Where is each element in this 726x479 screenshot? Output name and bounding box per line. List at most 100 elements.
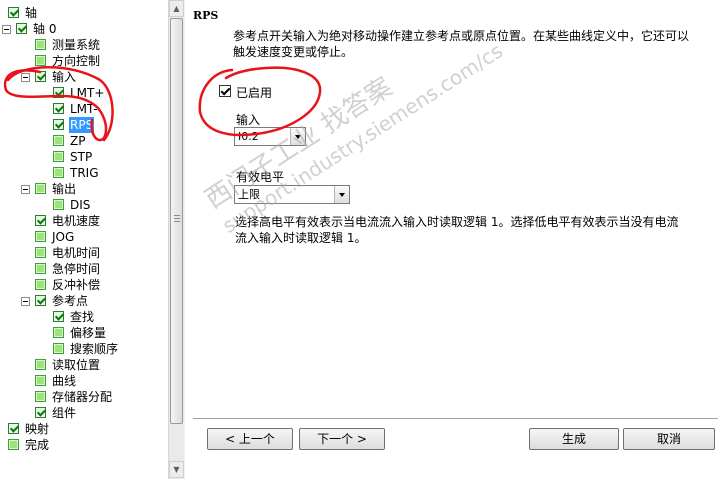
tree-item-label[interactable]: 轴 0 [32, 21, 57, 37]
pending-status-icon [35, 247, 46, 258]
checked-status-icon [53, 103, 64, 114]
tree-item-label[interactable]: ZP [69, 133, 86, 149]
tree-item-label[interactable]: 完成 [24, 437, 50, 453]
next-button[interactable]: 下一个 > [299, 428, 385, 450]
tree-item-label[interactable]: 组件 [51, 405, 77, 421]
pending-status-icon [35, 391, 46, 402]
tree-item[interactable]: DIS [0, 197, 168, 213]
page-title: RPS [193, 9, 219, 22]
tree-item[interactable]: RPS [0, 117, 168, 133]
tree-item-label[interactable]: 参考点 [51, 293, 89, 309]
checked-status-icon [53, 87, 64, 98]
tree-item[interactable]: 轴 0 [0, 21, 168, 37]
tree-item[interactable]: 测量系统 [0, 37, 168, 53]
tree-item[interactable]: 曲线 [0, 373, 168, 389]
scroll-up-arrow-icon[interactable]: ▲ [169, 0, 184, 17]
pending-status-icon [8, 439, 19, 450]
tree-item[interactable]: 完成 [0, 437, 168, 453]
checked-status-icon [35, 295, 46, 306]
tree-item-label[interactable]: 偏移量 [69, 325, 107, 341]
pending-status-icon [53, 199, 64, 210]
tree-item[interactable]: 查找 [0, 309, 168, 325]
tree-item[interactable]: 存储器分配 [0, 389, 168, 405]
tree-item-label[interactable]: 输出 [51, 181, 77, 197]
enable-label[interactable]: 已启用 [236, 84, 272, 101]
tree-item-label[interactable]: 测量系统 [51, 37, 101, 53]
cancel-button[interactable]: 取消 [623, 428, 715, 450]
tree-item-label[interactable]: 存储器分配 [51, 389, 113, 405]
tree-item-label[interactable]: RPS [69, 117, 95, 133]
tree-item[interactable]: LMT+ [0, 85, 168, 101]
tree-item-label[interactable]: 搜索顺序 [69, 341, 119, 357]
checked-status-icon [16, 23, 27, 34]
tree-item-label[interactable]: 反冲补偿 [51, 277, 101, 293]
tree-item-label[interactable]: STP [69, 149, 93, 165]
tree-item[interactable]: 组件 [0, 405, 168, 421]
tree-item-label[interactable]: DIS [69, 197, 91, 213]
tree-scrollbar[interactable]: ▲ ▼ [168, 0, 184, 479]
tree-item[interactable]: 输出 [0, 181, 168, 197]
pending-status-icon [35, 231, 46, 242]
active-level-label: 有效电平 [236, 170, 285, 184]
tree-item[interactable]: 参考点 [0, 293, 168, 309]
tree-item[interactable]: 急停时间 [0, 261, 168, 277]
pending-status-icon [35, 263, 46, 274]
tree-item[interactable]: 搜索顺序 [0, 341, 168, 357]
tree-item-label[interactable]: JOG [51, 229, 75, 245]
checked-status-icon [8, 7, 19, 18]
tree-item-label[interactable]: 电机时间 [51, 245, 101, 261]
checked-status-icon [35, 71, 46, 82]
dropdown-arrow-icon[interactable] [334, 186, 349, 203]
tree-item[interactable]: ZP [0, 133, 168, 149]
scroll-thumb[interactable] [170, 18, 183, 424]
tree-item-label[interactable]: TRIG [69, 165, 100, 181]
tree-item[interactable]: 读取位置 [0, 357, 168, 373]
tree-item[interactable]: JOG [0, 229, 168, 245]
collapse-icon[interactable] [21, 185, 30, 194]
tree-item[interactable]: 方向控制 [0, 53, 168, 69]
tree-item-label[interactable]: 急停时间 [51, 261, 101, 277]
tree-item[interactable]: 电机速度 [0, 213, 168, 229]
navigation-tree: 轴轴 0 测量系统 方向控制 输入 LMT+ LMT- RPS ZP STP TRIG 输出 DIS 电… [0, 0, 168, 479]
pending-status-icon [53, 327, 64, 338]
tree-item[interactable]: 映射 [0, 421, 168, 437]
generate-button[interactable]: 生成 [529, 428, 619, 450]
tree-item[interactable]: STP [0, 149, 168, 165]
bottom-divider [193, 418, 718, 420]
tree-item-label[interactable]: 曲线 [51, 373, 77, 389]
tree-item-label[interactable]: 电机速度 [51, 213, 101, 229]
tree-item[interactable]: LMT- [0, 101, 168, 117]
tree-item[interactable]: 反冲补偿 [0, 277, 168, 293]
tree-item-label[interactable]: 方向控制 [51, 53, 101, 69]
tree-item[interactable]: 输入 [0, 69, 168, 85]
tree-item-label[interactable]: 映射 [24, 421, 50, 437]
tree-item[interactable]: TRIG [0, 165, 168, 181]
collapse-icon[interactable] [21, 73, 30, 82]
pending-status-icon [35, 55, 46, 66]
tree-item-label[interactable]: 读取位置 [51, 357, 101, 373]
pending-status-icon [53, 167, 64, 178]
scroll-down-arrow-icon[interactable]: ▼ [169, 461, 184, 478]
collapse-icon[interactable] [21, 297, 30, 306]
tree-item[interactable]: 偏移量 [0, 325, 168, 341]
tree-item-label[interactable]: 轴 [24, 5, 38, 21]
collapse-icon[interactable] [2, 25, 11, 34]
tree-item[interactable]: 轴 [0, 5, 168, 21]
tree-item-label[interactable]: 查找 [69, 309, 95, 325]
prev-button[interactable]: < 上一个 [207, 428, 293, 450]
checked-status-icon [53, 311, 64, 322]
active-level-value: 上限 [238, 188, 260, 201]
description-text: 参考点开关输入为绝对移动操作建立参考点或原点位置。在某些曲线定义中，它还可以触发… [233, 29, 690, 59]
input-select[interactable]: I0.2 [234, 127, 306, 146]
pending-status-icon [35, 183, 46, 194]
dropdown-arrow-icon[interactable] [290, 128, 305, 145]
pending-status-icon [35, 279, 46, 290]
tree-item-label[interactable]: LMT- [69, 101, 99, 117]
checked-status-icon [8, 423, 19, 434]
pending-status-icon [35, 359, 46, 370]
tree-item-label[interactable]: 输入 [51, 69, 77, 85]
enable-checkbox[interactable] [219, 85, 231, 97]
active-level-select[interactable]: 上限 [234, 185, 350, 204]
tree-item-label[interactable]: LMT+ [69, 85, 105, 101]
tree-item[interactable]: 电机时间 [0, 245, 168, 261]
